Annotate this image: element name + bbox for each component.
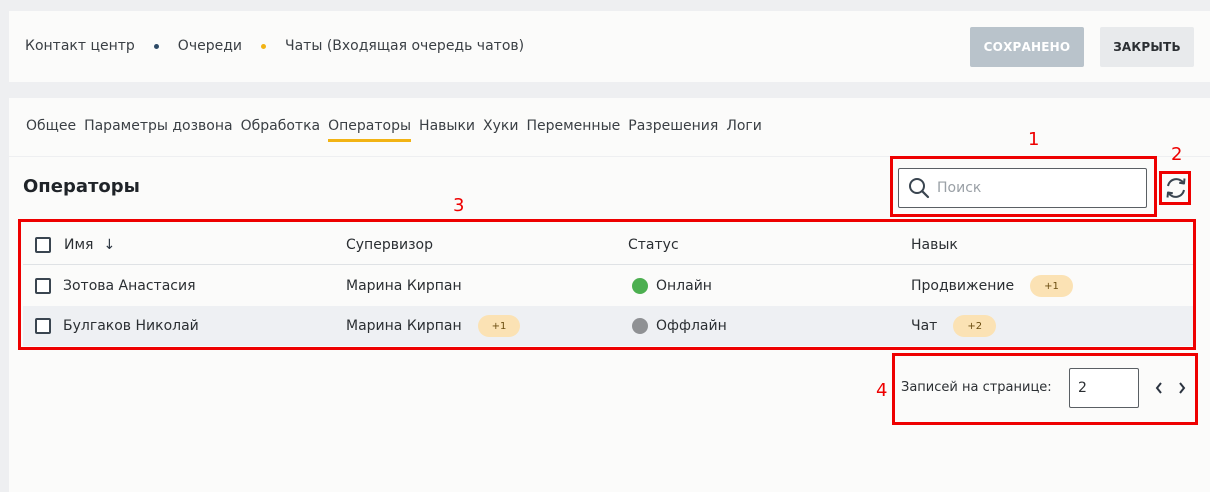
- saved-button[interactable]: СОХРАНЕНО: [970, 27, 1084, 67]
- section-title: Операторы: [23, 176, 140, 197]
- tab-skills[interactable]: Навыки: [419, 118, 475, 142]
- tab-dialing-params[interactable]: Параметры дозвона: [84, 118, 233, 142]
- breadcrumb-item-current: Чаты (Входящая очередь чатов): [284, 38, 525, 54]
- tab-hooks[interactable]: Хуки: [483, 118, 518, 142]
- close-button[interactable]: ЗАКРЫТЬ: [1100, 27, 1194, 67]
- annotation-label-1: 1: [1028, 129, 1040, 150]
- tab-permissions[interactable]: Разрешения: [628, 118, 718, 142]
- tab-logs[interactable]: Логи: [726, 118, 762, 142]
- breadcrumb-separator-dot: [260, 43, 266, 49]
- breadcrumb-item-queues[interactable]: Очереди: [178, 38, 242, 54]
- annotation-label-2: 2: [1171, 144, 1183, 165]
- annotation-label-3: 3: [453, 195, 465, 216]
- annotation-box-3: [18, 219, 1196, 350]
- breadcrumb: Контакт центр Очереди Чаты (Входящая оче…: [25, 38, 524, 54]
- annotation-box-2: [1159, 171, 1191, 205]
- breadcrumb-separator-dot: [153, 43, 159, 49]
- tab-general[interactable]: Общее: [26, 118, 76, 142]
- tab-operators[interactable]: Операторы: [328, 118, 411, 142]
- tab-processing[interactable]: Обработка: [241, 118, 321, 142]
- tab-variables[interactable]: Переменные: [526, 118, 620, 142]
- annotation-box-1: [890, 156, 1157, 217]
- annotation-box-4: [892, 353, 1198, 425]
- page-header: Контакт центр Очереди Чаты (Входящая оче…: [9, 11, 1210, 82]
- annotation-label-4: 4: [876, 380, 888, 401]
- breadcrumb-item-contact-center[interactable]: Контакт центр: [25, 38, 135, 54]
- tab-bar: Общее Параметры дозвона Обработка Операт…: [26, 118, 770, 142]
